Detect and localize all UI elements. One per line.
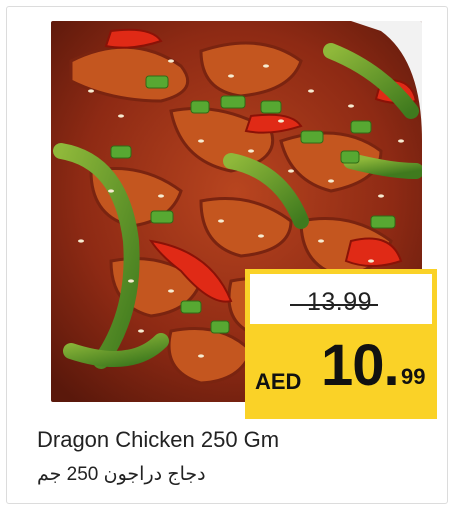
new-price-decimal: 99 xyxy=(401,364,426,389)
old-price: 13.99 xyxy=(306,288,372,316)
price-badge: 13.99 AED 10. 99 xyxy=(245,269,437,419)
product-card[interactable]: 13.99 AED 10. 99 Dragon Chicken 250 Gm د… xyxy=(6,6,448,504)
product-title-en[interactable]: Dragon Chicken 250 Gm xyxy=(37,427,279,453)
product-title-ar: دجاج دراجون 250 جم xyxy=(37,464,206,485)
new-price-row: AED 10. 99 xyxy=(245,324,437,419)
old-price-strikethrough xyxy=(290,304,378,306)
old-price-row: 13.99 xyxy=(245,269,437,324)
new-price-integer: 10. xyxy=(321,333,400,398)
currency-label: AED xyxy=(255,369,302,394)
